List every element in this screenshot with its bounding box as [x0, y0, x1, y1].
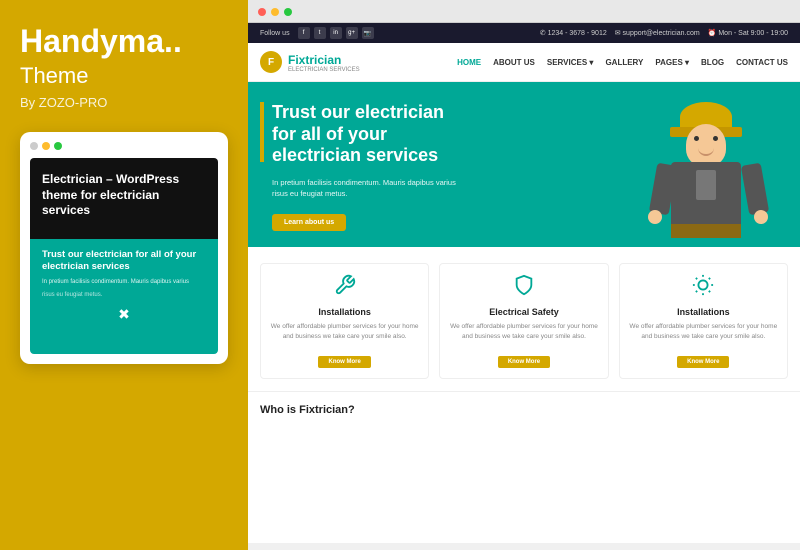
- service-icon-installations-2: [628, 274, 779, 301]
- browser-dot-yellow: [271, 8, 279, 16]
- service-desc-2: We offer affordable plumber services for…: [448, 322, 599, 342]
- nav-home[interactable]: HOME: [457, 58, 481, 67]
- mobile-tools-icon-row: ✖: [42, 306, 206, 323]
- nav-about[interactable]: ABOUT US: [493, 58, 535, 67]
- mobile-hero-sub2: risus eu feugiat metus.: [42, 292, 206, 298]
- mobile-hero-subtitle: In pretium facilisis condimentum. Mauris…: [42, 278, 206, 286]
- dot-green: [54, 142, 62, 150]
- person-head: [686, 124, 726, 166]
- mobile-preview-card: Electrician – WordPress theme for electr…: [20, 132, 228, 364]
- website-content: Follow us f t in g+ 📷 ✆ 1234 - 3678 - 90…: [248, 23, 800, 543]
- service-icon-installations-1: [269, 274, 420, 301]
- logo-icon: F: [260, 51, 282, 73]
- browser-dot-red: [258, 8, 266, 16]
- services-section: Installations We offer affordable plumbe…: [248, 247, 800, 391]
- dot-red: [30, 142, 38, 150]
- instagram-icon: 📷: [362, 27, 374, 39]
- nav-services[interactable]: SERVICES ▾: [547, 58, 594, 67]
- nav-pages[interactable]: PAGES ▾: [655, 58, 689, 67]
- mobile-screen-bottom: Trust our electrician for all of your el…: [30, 239, 218, 354]
- site-footer-text: Who is Fixtrician?: [248, 391, 800, 422]
- person-belt: [671, 224, 741, 238]
- linkedin-icon: in: [330, 27, 342, 39]
- mobile-dots: [30, 142, 218, 150]
- hero-description: In pretium facilisis condimentum. Mauris…: [272, 177, 456, 200]
- person-hand-left: [648, 210, 662, 224]
- google-icon: g+: [346, 27, 358, 39]
- logo-area: F Fixtrician ELECTRICIAN SERVICES: [260, 51, 360, 73]
- topbar-left: Follow us f t in g+ 📷: [260, 27, 374, 39]
- service-card-installations-2: Installations We offer affordable plumbe…: [619, 263, 788, 379]
- email-label: ✉ support@electrician.com: [615, 29, 700, 37]
- tools-icon: ✖: [118, 306, 130, 323]
- nav-links: HOME ABOUT US SERVICES ▾ GALLERY PAGES ▾…: [457, 58, 788, 67]
- facebook-icon: f: [298, 27, 310, 39]
- site-topbar: Follow us f t in g+ 📷 ✆ 1234 - 3678 - 90…: [248, 23, 800, 43]
- nav-contact[interactable]: CONTACT US: [736, 58, 788, 67]
- footer-heading: Who is Fixtrician?: [260, 404, 355, 416]
- follow-us-label: Follow us: [260, 30, 290, 37]
- service-icon-safety: [448, 274, 599, 301]
- logo-text-main: Fixtrician: [288, 53, 341, 67]
- mobile-screen-top: Electrician – WordPress theme for electr…: [30, 158, 218, 239]
- mobile-screen-title: Electrician – WordPress theme for electr…: [42, 172, 192, 219]
- logo-text-sub: ELECTRICIAN SERVICES: [288, 67, 360, 73]
- left-panel: Handyma.. Theme By ZOZO-PRO Electrician …: [0, 0, 248, 550]
- service-desc-1: We offer affordable plumber services for…: [269, 322, 420, 342]
- service-card-electrical-safety: Electrical Safety We offer affordable pl…: [439, 263, 608, 379]
- service-btn-3[interactable]: Know More: [677, 356, 729, 368]
- person-hand-right: [754, 210, 768, 224]
- service-title-2: Electrical Safety: [448, 307, 599, 317]
- dot-yellow: [42, 142, 50, 150]
- service-btn-1[interactable]: Know More: [318, 356, 370, 368]
- person-arm-right: [741, 163, 769, 216]
- hero-image: [620, 97, 790, 247]
- browser-chrome: [248, 0, 800, 23]
- hero-title: Trust our electricianfor all of yourelec…: [272, 102, 456, 167]
- nav-blog[interactable]: BLOG: [701, 58, 724, 67]
- site-nav: F Fixtrician ELECTRICIAN SERVICES HOME A…: [248, 43, 800, 82]
- theme-title: Handyma..: [20, 24, 228, 59]
- phone-label: ✆ 1234 - 3678 - 9012: [540, 29, 607, 37]
- hero-section: Trust our electricianfor all of yourelec…: [248, 82, 800, 247]
- browser-panel: Follow us f t in g+ 📷 ✆ 1234 - 3678 - 90…: [248, 0, 800, 550]
- person-figure: [640, 102, 770, 247]
- nav-gallery[interactable]: GALLERY: [605, 58, 643, 67]
- mobile-hero-title: Trust our electrician for all of your el…: [42, 249, 206, 274]
- twitter-icon: t: [314, 27, 326, 39]
- social-icons: f t in g+ 📷: [298, 27, 374, 39]
- browser-dot-green: [284, 8, 292, 16]
- person-body: [671, 162, 741, 227]
- topbar-right: ✆ 1234 - 3678 - 9012 ✉ support@electrici…: [540, 29, 788, 37]
- service-desc-3: We offer affordable plumber services for…: [628, 322, 779, 342]
- hero-learn-more-button[interactable]: Learn about us: [272, 214, 346, 231]
- service-title-1: Installations: [269, 307, 420, 317]
- service-btn-2[interactable]: Know More: [498, 356, 550, 368]
- logo-text-area: Fixtrician ELECTRICIAN SERVICES: [288, 51, 360, 73]
- theme-subtitle: Theme: [20, 63, 228, 89]
- service-title-3: Installations: [628, 307, 779, 317]
- hero-content: Trust our electricianfor all of yourelec…: [260, 102, 456, 231]
- mobile-hamburger-icon: [192, 136, 206, 148]
- theme-author: By ZOZO-PRO: [20, 95, 228, 110]
- hours-label: ⏰ Mon - Sat 9:00 - 19:00: [708, 29, 788, 37]
- service-card-installations-1: Installations We offer affordable plumbe…: [260, 263, 429, 379]
- services-grid: Installations We offer affordable plumbe…: [260, 263, 788, 379]
